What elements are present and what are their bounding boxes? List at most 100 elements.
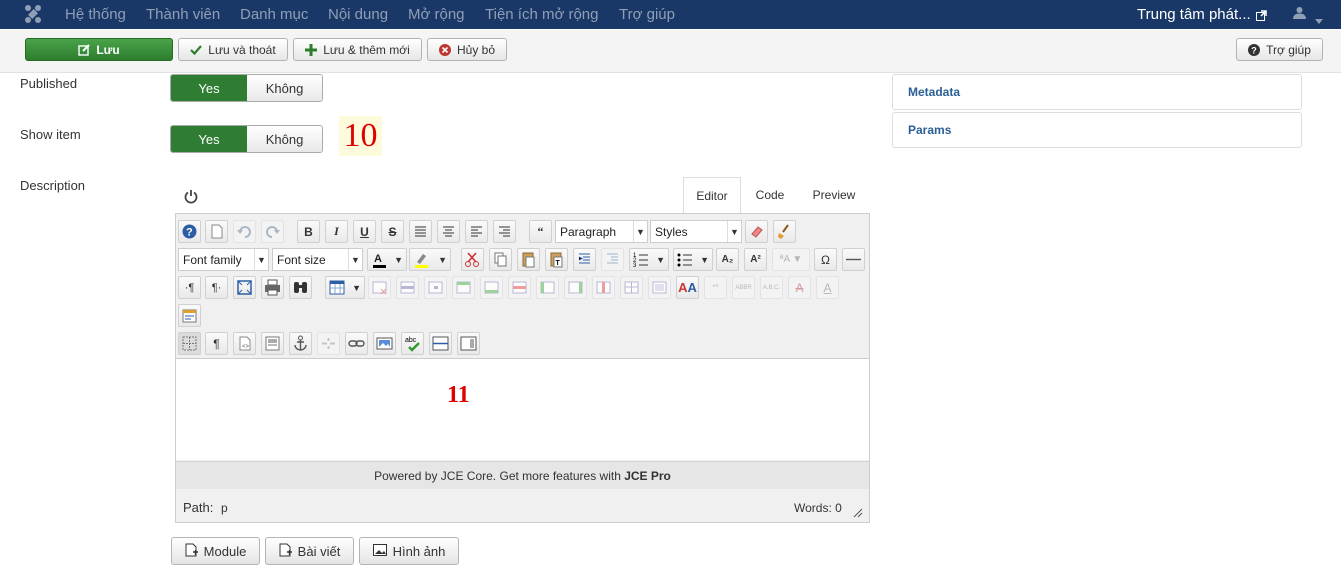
editor-content[interactable] bbox=[176, 358, 869, 460]
search-binoculars-icon[interactable] bbox=[289, 276, 312, 299]
published-yes[interactable]: Yes bbox=[171, 75, 247, 101]
tab-code[interactable]: Code bbox=[741, 177, 799, 213]
horizontal-rule-icon[interactable] bbox=[842, 248, 865, 271]
tab-editor[interactable]: Editor bbox=[683, 177, 741, 214]
undo-icon[interactable] bbox=[233, 220, 256, 243]
paste-icon[interactable] bbox=[517, 248, 540, 271]
subscript-icon[interactable]: A₂ bbox=[716, 248, 739, 271]
format-select[interactable]: Paragraph ▼ bbox=[555, 220, 648, 243]
nav-he-thong[interactable]: Hệ thống bbox=[65, 6, 126, 23]
abbr-icon[interactable]: ABBR bbox=[732, 276, 755, 299]
delete-table-icon[interactable] bbox=[368, 276, 391, 299]
visual-chars-icon[interactable]: ¶ bbox=[205, 332, 228, 355]
align-left-icon[interactable] bbox=[465, 220, 488, 243]
blockquote-icon[interactable]: “ bbox=[529, 220, 552, 243]
print-icon[interactable] bbox=[261, 276, 284, 299]
nav-danh-muc[interactable]: Danh mục bbox=[240, 6, 308, 23]
anchor-icon[interactable] bbox=[289, 332, 312, 355]
caret-down-icon[interactable] bbox=[1315, 12, 1323, 27]
insert-text-icon[interactable]: A bbox=[816, 276, 839, 299]
outdent-icon[interactable] bbox=[601, 248, 624, 271]
superscript-icon[interactable]: A² bbox=[744, 248, 767, 271]
metadata-panel[interactable]: Metadata bbox=[892, 74, 1302, 110]
bullet-list-button[interactable]: ▼ bbox=[673, 248, 713, 271]
acronym-icon[interactable]: A.B.C. bbox=[760, 276, 783, 299]
font-size-select[interactable]: Font size ▼ bbox=[272, 248, 363, 271]
user-icon[interactable] bbox=[1293, 6, 1306, 22]
italic-icon[interactable]: I bbox=[325, 220, 348, 243]
style-props-icon[interactable]: AA bbox=[676, 276, 699, 299]
indent-icon[interactable] bbox=[573, 248, 596, 271]
new-document-icon[interactable] bbox=[205, 220, 228, 243]
template-icon[interactable] bbox=[178, 304, 201, 327]
col-after-icon[interactable] bbox=[564, 276, 587, 299]
cut-icon[interactable] bbox=[461, 248, 484, 271]
cite-icon[interactable]: “” bbox=[704, 276, 727, 299]
module-button[interactable]: Module bbox=[171, 537, 260, 565]
nav-thanh-vien[interactable]: Thành viên bbox=[146, 6, 220, 23]
unlink-icon[interactable] bbox=[317, 332, 340, 355]
special-character-icon[interactable]: Ω bbox=[814, 248, 837, 271]
save-new-button[interactable]: Lưu & thêm mới bbox=[293, 38, 422, 61]
fullscreen-icon[interactable] bbox=[233, 276, 256, 299]
delete-text-icon[interactable]: A bbox=[788, 276, 811, 299]
show-item-no[interactable]: Không bbox=[247, 126, 322, 152]
pagebreak-icon[interactable] bbox=[457, 332, 480, 355]
split-cells-icon[interactable] bbox=[620, 276, 643, 299]
underline-icon[interactable]: U bbox=[353, 220, 376, 243]
font-color-picker[interactable]: A ▼ bbox=[367, 248, 407, 271]
font-family-select[interactable]: Font family ▼ bbox=[178, 248, 269, 271]
row-before-icon[interactable] bbox=[452, 276, 475, 299]
cleanup-broom-icon[interactable] bbox=[773, 220, 796, 243]
resize-handle-icon[interactable] bbox=[853, 506, 863, 521]
article-break-icon[interactable] bbox=[429, 332, 452, 355]
path-value[interactable]: p bbox=[221, 501, 228, 515]
highlight-color-picker[interactable]: ▼ bbox=[409, 248, 451, 271]
nav-tien-ich-mo-rong[interactable]: Tiện ích mở rộng bbox=[485, 6, 599, 23]
nav-mo-rong[interactable]: Mở rộng bbox=[408, 6, 465, 23]
jce-pro-link[interactable]: JCE Pro bbox=[624, 469, 671, 483]
delete-col-icon[interactable] bbox=[592, 276, 615, 299]
tab-preview[interactable]: Preview bbox=[803, 177, 865, 213]
joomla-logo-icon[interactable] bbox=[24, 4, 42, 27]
spellcheck-icon[interactable]: abc bbox=[401, 332, 424, 355]
styles-select[interactable]: Styles ▼ bbox=[650, 220, 742, 243]
align-center-icon[interactable] bbox=[437, 220, 460, 243]
visual-aid-icon[interactable] bbox=[178, 332, 201, 355]
save-button[interactable]: Lưu bbox=[25, 38, 173, 61]
align-right-icon[interactable] bbox=[493, 220, 516, 243]
paste-text-icon[interactable]: T bbox=[545, 248, 568, 271]
rtl-paragraph-icon[interactable]: ¶· bbox=[205, 276, 228, 299]
help-icon[interactable]: ? bbox=[178, 220, 201, 243]
source-code-icon[interactable]: <> bbox=[233, 332, 256, 355]
redo-icon[interactable] bbox=[261, 220, 284, 243]
read-more-icon[interactable] bbox=[261, 332, 284, 355]
params-panel[interactable]: Params bbox=[892, 112, 1302, 148]
copy-icon[interactable] bbox=[489, 248, 512, 271]
save-close-button[interactable]: Lưu và thoát bbox=[178, 38, 288, 61]
site-title-link[interactable]: Trung tâm phát... bbox=[1137, 6, 1251, 23]
table-cell-props-icon[interactable] bbox=[424, 276, 447, 299]
merge-cells-icon[interactable] bbox=[648, 276, 671, 299]
character-spacing-icon[interactable]: ªA ▼ bbox=[772, 248, 810, 271]
bold-icon[interactable]: B bbox=[297, 220, 320, 243]
ltr-paragraph-icon[interactable]: ·¶ bbox=[178, 276, 201, 299]
image-icon[interactable] bbox=[373, 332, 396, 355]
table-insert-button[interactable]: ▼ bbox=[325, 276, 365, 299]
delete-row-icon[interactable] bbox=[508, 276, 531, 299]
nav-tro-giup[interactable]: Trợ giúp bbox=[619, 6, 675, 23]
nav-noi-dung[interactable]: Nội dung bbox=[328, 6, 388, 23]
show-item-toggle[interactable]: Yes Không bbox=[170, 125, 323, 153]
strikethrough-icon[interactable]: S bbox=[381, 220, 404, 243]
numbered-list-button[interactable]: 1 2 3 ▼ bbox=[629, 248, 669, 271]
align-justify-icon[interactable] bbox=[409, 220, 432, 243]
published-no[interactable]: Không bbox=[247, 75, 322, 101]
image-button[interactable]: Hình ảnh bbox=[359, 537, 459, 565]
eraser-icon[interactable] bbox=[745, 220, 768, 243]
link-icon[interactable] bbox=[345, 332, 368, 355]
cancel-button[interactable]: Hủy bỏ bbox=[427, 38, 507, 61]
article-button[interactable]: Bài viết bbox=[265, 537, 354, 565]
published-toggle[interactable]: Yes Không bbox=[170, 74, 323, 102]
power-toggle-icon[interactable] bbox=[184, 189, 198, 207]
row-after-icon[interactable] bbox=[480, 276, 503, 299]
